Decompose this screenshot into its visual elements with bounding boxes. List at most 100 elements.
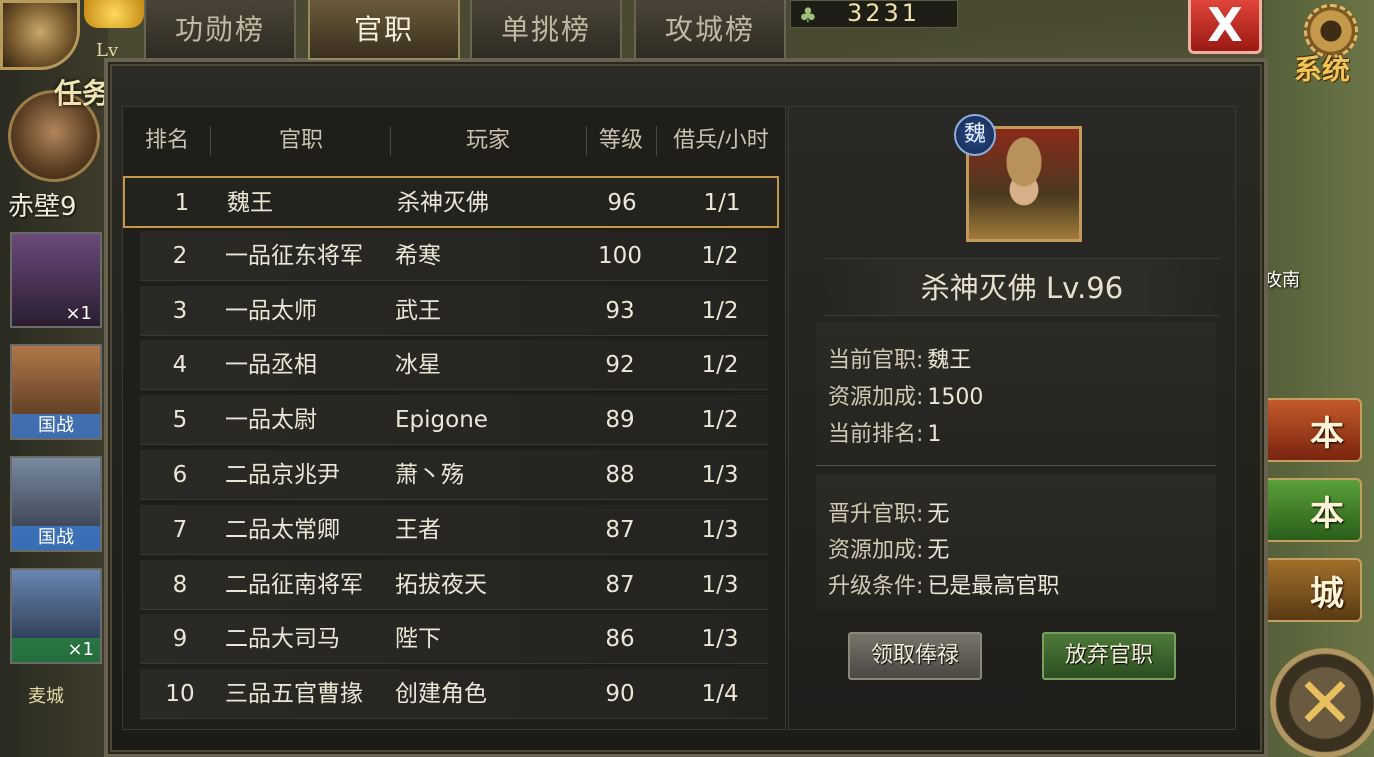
troops-cell: 1/3 — [701, 626, 739, 653]
title-cell: 二品京兆尹 — [225, 462, 340, 488]
level-cell: 88 — [605, 462, 635, 488]
title-cell: 三品五官曹掾 — [225, 681, 363, 708]
menu-close-icon[interactable]: ✕ — [1270, 648, 1374, 757]
current-rank-value: 1 — [927, 422, 942, 447]
title-cell: 二品太常卿 — [225, 516, 340, 543]
hero-card-3[interactable]: 国战 — [10, 456, 102, 552]
system-button[interactable]: 系统 — [1292, 4, 1372, 86]
bottom-city-label: 麦城 — [28, 686, 64, 707]
city-name: 赤壁9 — [8, 192, 77, 222]
hero-tag: ×1 — [65, 303, 92, 324]
tab-duel[interactable]: 单挑榜 — [470, 0, 622, 60]
current-title-info: 当前官职: 魏王 资源加成: 1500 当前排名: 1 — [816, 322, 1216, 466]
right-hud-strip — [1264, 0, 1374, 757]
player-cell: 杀神灭佛 — [397, 190, 489, 216]
hero-card-2[interactable]: 国战 — [10, 344, 102, 440]
abandon-title-button[interactable]: 放弃官职 — [1042, 632, 1176, 680]
system-label: 系统 — [1294, 53, 1351, 86]
title-cell: 一品征东将军 — [225, 242, 363, 269]
level-cell: 93 — [605, 297, 635, 324]
table-row[interactable]: 9 二品大司马 陛下 86 1/3 — [140, 614, 768, 665]
table-row[interactable]: 8 二品征南将军 拓拔夜天 87 1/3 — [140, 559, 768, 610]
next-bonus-value: 无 — [927, 538, 950, 563]
header-troops: 借兵/小时 — [673, 128, 769, 153]
header-title: 官职 — [278, 128, 323, 153]
rank-cell: 3 — [172, 297, 188, 324]
title-cell: 一品太师 — [225, 297, 317, 324]
player-cell: 陛下 — [395, 626, 441, 653]
close-button[interactable]: X — [1188, 0, 1262, 54]
rank-cell: 10 — [165, 681, 195, 708]
resource-icon: ♣ — [799, 3, 820, 27]
table-row[interactable]: 10 三品五官曹掾 创建角色 90 1/4 — [140, 669, 768, 720]
level-cell: 87 — [605, 571, 635, 598]
level-cell: 87 — [605, 516, 635, 543]
rank-cell: 2 — [172, 242, 188, 269]
level-cell: 89 — [605, 407, 635, 434]
table-row[interactable]: 4 一品丞相 冰星 92 1/2 — [140, 340, 768, 391]
troops-cell: 1/3 — [701, 571, 739, 598]
hero-card-4[interactable]: ×1 — [10, 568, 102, 664]
player-cell: 冰星 — [395, 352, 441, 379]
resource-bonus-value: 1500 — [927, 385, 984, 410]
hero-card-1[interactable]: ×1 — [10, 232, 102, 328]
tab-siege[interactable]: 攻城榜 — [634, 0, 786, 60]
player-cell: 武王 — [395, 297, 441, 324]
upgrade-condition-line: 升级条件: 已是最高官职 — [828, 568, 1059, 600]
tab-official-title[interactable]: 官职 — [308, 0, 460, 60]
promote-line: 晋升官职: 无 — [828, 496, 949, 528]
header-level: 等级 — [598, 128, 643, 153]
player-cell: 希寒 — [395, 242, 441, 269]
quest-label: 任务 — [54, 77, 111, 110]
current-title-line: 当前官职: 魏王 — [828, 342, 971, 374]
table-row[interactable]: 7 二品太常卿 王者 87 1/3 — [140, 504, 768, 555]
resource-bonus-line: 资源加成: 1500 — [828, 379, 983, 411]
table-row[interactable]: 2 一品征东将军 希寒 100 1/2 — [140, 230, 768, 281]
promote-value: 无 — [927, 502, 950, 527]
header-divider — [210, 126, 211, 156]
header-player: 玩家 — [465, 128, 510, 153]
level-cell: 100 — [598, 242, 642, 269]
map-label: 攻南 — [1264, 270, 1300, 291]
upgrade-condition-label: 升级条件: — [828, 574, 924, 599]
table-row[interactable]: 3 一品太师 武王 93 1/2 — [140, 285, 768, 336]
faction-badge: 魏 — [954, 114, 996, 156]
troops-cell: 1/3 — [701, 516, 739, 543]
rank-cell: 8 — [172, 571, 188, 598]
troops-cell: 1/3 — [701, 462, 739, 488]
header-rank: 排名 — [144, 128, 189, 153]
resource-counter: ♣ 3231 — [790, 0, 958, 28]
level-cell: 96 — [607, 190, 637, 216]
troops-cell: 1/1 — [703, 190, 741, 216]
current-rank-label: 当前排名: — [828, 422, 924, 447]
title-cell: 二品大司马 — [225, 626, 340, 653]
tab-merit[interactable]: 功勋榜 — [144, 0, 296, 60]
troops-cell: 1/2 — [701, 407, 739, 434]
title-cell: 二品征南将军 — [225, 571, 363, 598]
hero-tag: 国战 — [12, 526, 100, 550]
rank-cell: 4 — [172, 352, 188, 379]
troops-cell: 1/4 — [701, 681, 739, 708]
table-row[interactable]: 1 魏王 杀神灭佛 96 1/1 — [123, 176, 779, 228]
hero-tag: 国战 — [12, 414, 100, 438]
player-cell: 创建角色 — [395, 681, 487, 708]
next-bonus-line: 资源加成: 无 — [828, 532, 949, 564]
table-header: 排名 官职 玩家 等级 借兵/小时 — [122, 116, 786, 166]
level-cell: 86 — [605, 626, 635, 653]
player-cell: 萧丶殇 — [395, 462, 464, 488]
title-cell: 魏王 — [227, 190, 273, 216]
table-row[interactable]: 6 二品京兆尹 萧丶殇 88 1/3 — [140, 450, 768, 500]
level-cell: 92 — [605, 352, 635, 379]
collect-salary-button[interactable]: 领取俸禄 — [848, 632, 982, 680]
gold-icon[interactable] — [84, 0, 144, 28]
title-cell: 一品丞相 — [225, 352, 317, 379]
resource-value: 3231 — [847, 0, 921, 27]
promotion-info: 晋升官职: 无 资源加成: 无 升级条件: 已是最高官职 — [816, 474, 1216, 610]
current-rank-line: 当前排名: 1 — [828, 416, 941, 448]
upgrade-condition-value: 已是最高官职 — [927, 574, 1060, 599]
player-cell: 王者 — [395, 516, 441, 543]
troops-cell: 1/2 — [701, 352, 739, 379]
rank-cell: 1 — [174, 190, 190, 216]
table-row[interactable]: 5 一品太尉 Epigone 89 1/2 — [140, 395, 768, 446]
rank-cell: 7 — [172, 516, 188, 543]
